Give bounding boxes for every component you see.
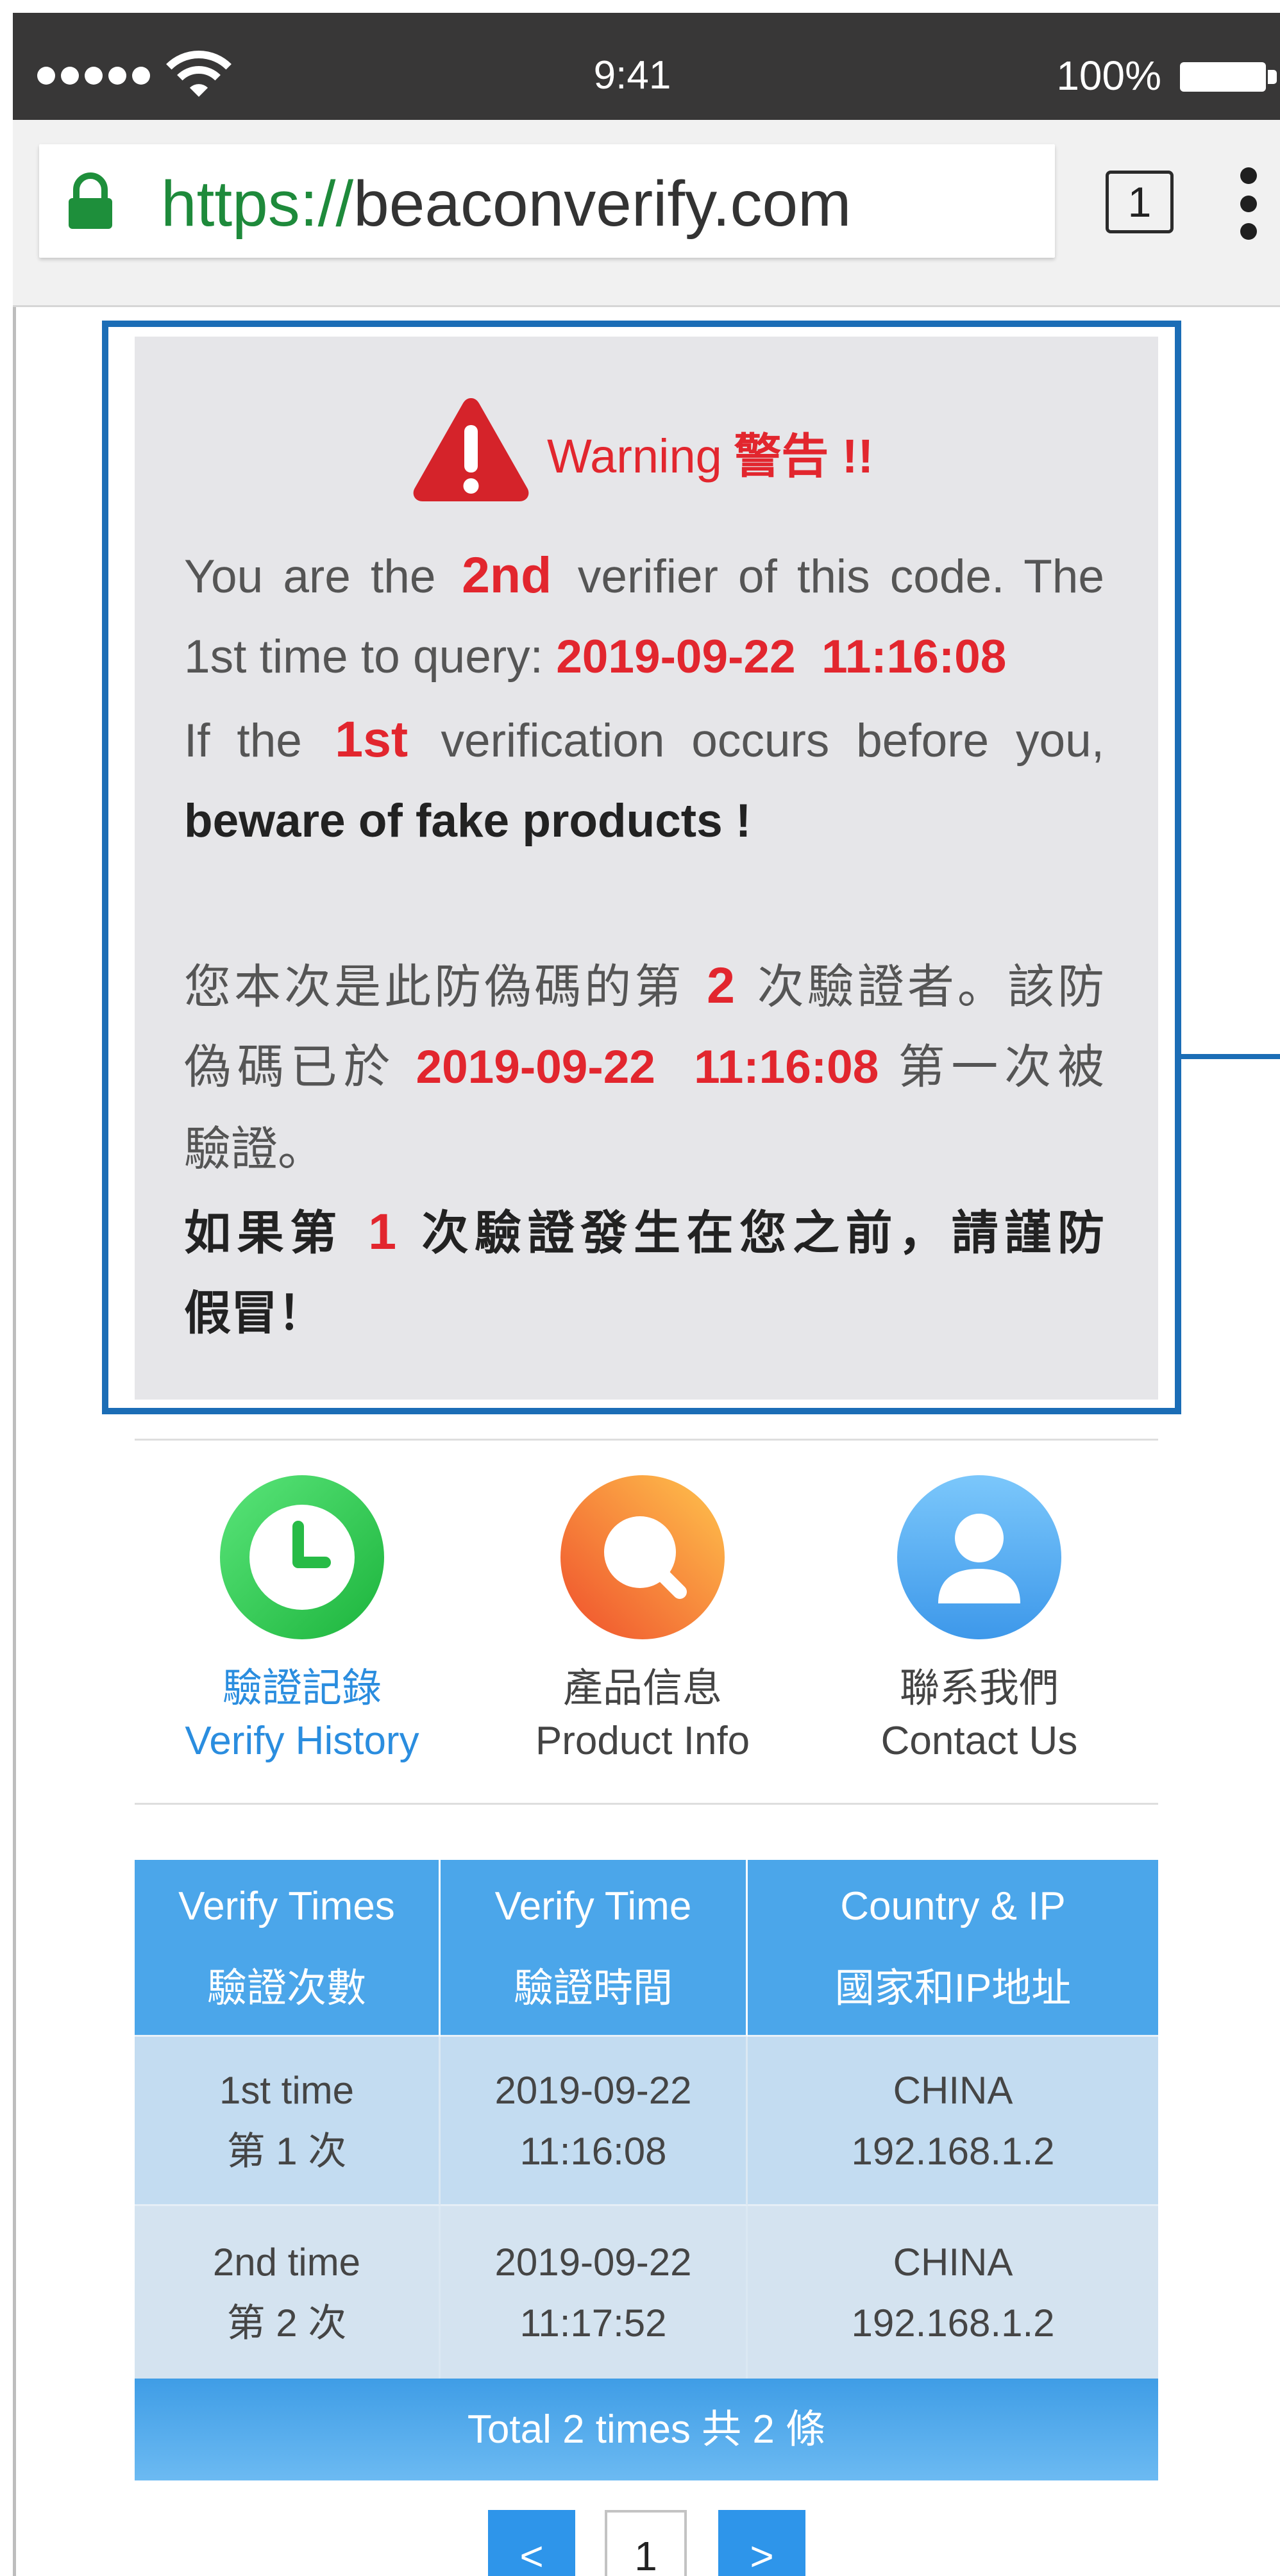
lock-icon[interactable]	[65, 172, 115, 230]
table-cell-verify-time: 2019-09-22 11:16:08	[441, 2037, 748, 2206]
user-icon	[897, 1475, 1061, 1639]
nav-label-en: Product Info	[535, 1719, 750, 1763]
verify-date: 2019-09-22	[494, 2068, 692, 2112]
status-time: 9:41	[593, 53, 671, 97]
more-vertical-icon[interactable]	[1240, 223, 1257, 240]
ip-address: 192.168.1.2	[851, 2301, 1055, 2345]
header-label-cn: 驗證次數	[206, 1966, 366, 2011]
url-host: beaconverify.com	[353, 168, 852, 240]
verify-count-en: 1st time	[219, 2068, 355, 2112]
table-header-cell: Verify Time 驗證時間	[441, 1860, 748, 2037]
table-cell-country-ip: CHINA 192.168.1.2	[748, 2206, 1158, 2379]
verify-history-table: Verify Times 驗證次數 Verify Time 驗證時間 Count…	[135, 1860, 1158, 2480]
tab-switcher-icon[interactable]: 1	[1106, 171, 1174, 233]
browser-toolbar: https://beaconverify.com 1	[13, 120, 1280, 307]
signal-dots-icon	[37, 67, 150, 85]
header-label-cn: 國家和IP地址	[834, 1966, 1072, 2011]
prev-page-button[interactable]: <	[488, 2510, 575, 2576]
annotation-highlight-box	[102, 321, 1181, 1414]
nav-label-cn: 產品信息	[562, 1666, 722, 1710]
clock-icon	[220, 1475, 384, 1639]
battery-terminal	[1268, 70, 1277, 84]
address-field[interactable]: https://beaconverify.com	[39, 144, 1055, 258]
table-header-cell: Country & IP 國家和IP地址	[748, 1860, 1158, 2037]
battery-percentage: 100%	[1056, 53, 1161, 99]
header-label-cn: 驗證時間	[513, 1966, 673, 2011]
verify-time: 11:16:08	[519, 2129, 667, 2173]
search-icon	[560, 1475, 725, 1639]
header-label-en: Country & IP	[840, 1884, 1066, 1928]
nav-label-cn: 驗證記錄	[222, 1666, 382, 1710]
country: CHINA	[893, 2240, 1013, 2284]
country: CHINA	[893, 2068, 1013, 2112]
nav-label-cn: 聯系我們	[899, 1666, 1059, 1710]
more-vertical-icon[interactable]	[1240, 196, 1257, 212]
table-cell-country-ip: CHINA 192.168.1.2	[748, 2037, 1158, 2206]
nav-label-en: Verify History	[185, 1719, 419, 1763]
annotation-connector-line	[1181, 1054, 1280, 1059]
verify-date: 2019-09-22	[494, 2240, 692, 2284]
nav-product-info[interactable]: 產品信息 Product Info	[472, 1475, 813, 1770]
nav-label-en: Contact Us	[880, 1719, 1078, 1763]
url-text[interactable]: https://beaconverify.com	[161, 169, 851, 239]
divider	[135, 1803, 1158, 1805]
more-vertical-icon[interactable]	[1240, 167, 1257, 184]
header-label-en: Verify Times	[178, 1884, 395, 1928]
status-bar: 9:41 100%	[13, 13, 1280, 120]
verify-count-cn: 第 1 次	[226, 2129, 347, 2173]
nav-contact-us[interactable]: 聯系我們 Contact Us	[809, 1475, 1150, 1770]
battery-icon	[1180, 62, 1266, 92]
verify-count-en: 2nd time	[212, 2240, 361, 2284]
table-cell-verify-time: 2019-09-22 11:17:52	[441, 2206, 748, 2379]
verify-count-cn: 第 2 次	[226, 2301, 347, 2345]
next-page-button[interactable]: >	[718, 2510, 805, 2576]
nav-verify-history[interactable]: 驗證記錄 Verify History	[131, 1475, 473, 1770]
url-scheme: https://	[161, 168, 354, 240]
current-page-button[interactable]: 1	[605, 2510, 687, 2576]
wifi-icon	[166, 50, 232, 97]
table-footer-total: Total 2 times 共 2 條	[135, 2379, 1158, 2480]
divider	[135, 1439, 1158, 1441]
table-cell-verify-count: 1st time 第 1 次	[135, 2037, 441, 2206]
header-label-en: Verify Time	[494, 1884, 692, 1928]
table-header-cell: Verify Times 驗證次數	[135, 1860, 441, 2037]
verify-time: 11:17:52	[519, 2301, 667, 2345]
ip-address: 192.168.1.2	[851, 2129, 1055, 2173]
table-cell-verify-count: 2nd time 第 2 次	[135, 2206, 441, 2379]
phone-frame-edge	[13, 13, 16, 2576]
